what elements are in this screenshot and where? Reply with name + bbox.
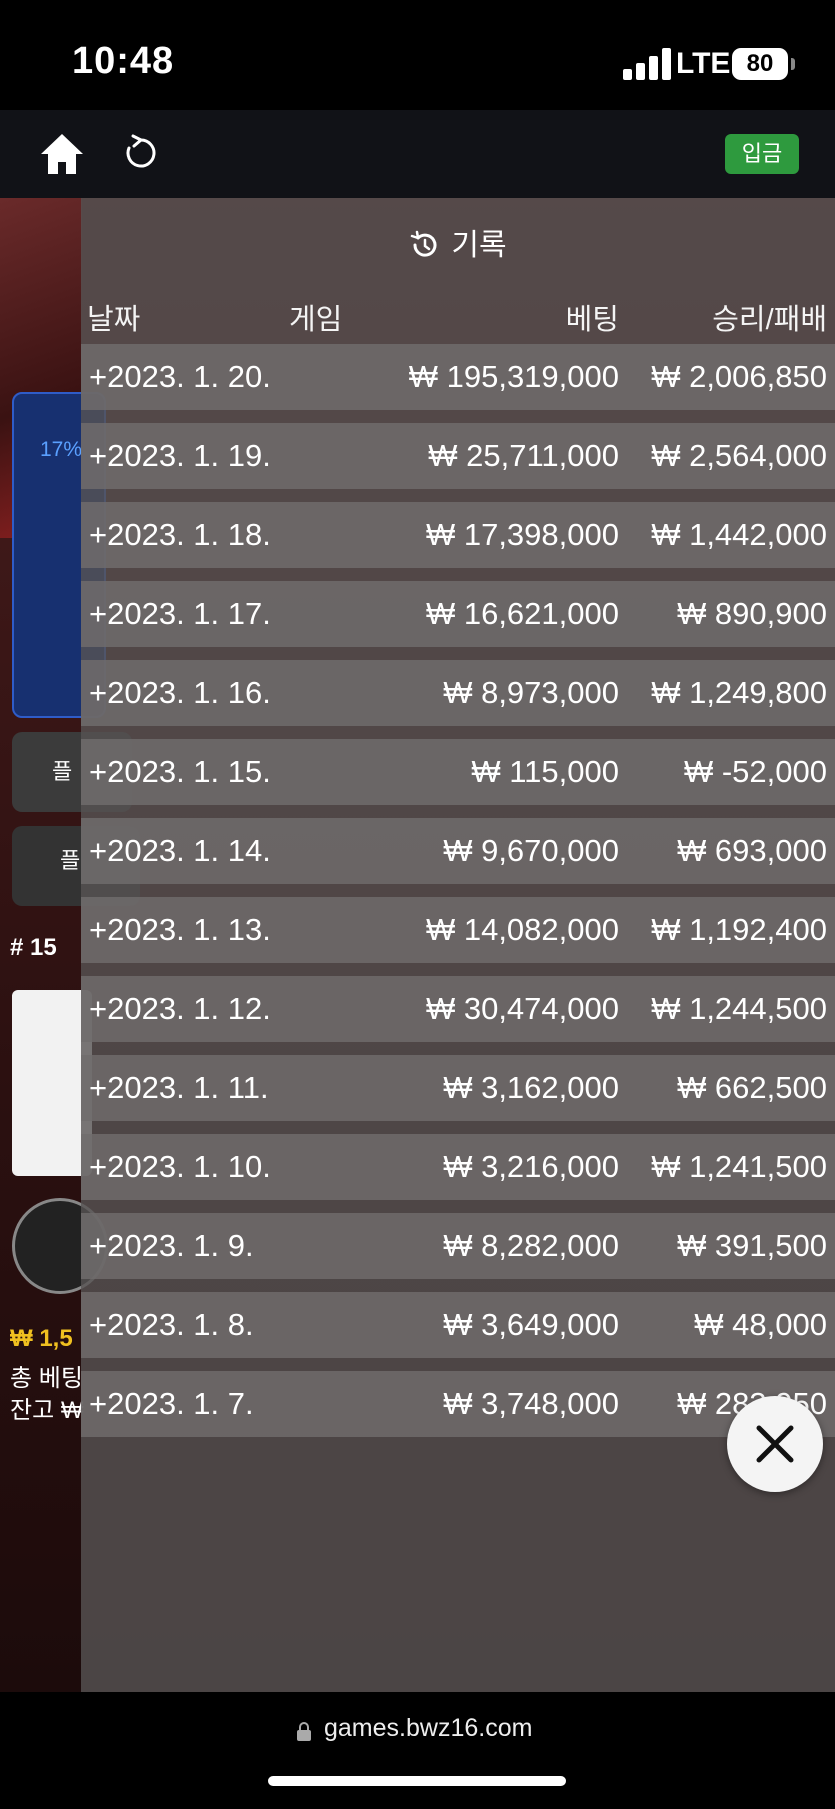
row-win-loss: ₩ 2,006,850 (651, 359, 827, 394)
balance: 잔고 ₩ (10, 1397, 84, 1424)
row-win-loss: ₩ 693,000 (677, 833, 827, 868)
row-bet: ₩ 3,216,000 (443, 1149, 619, 1184)
row-win-loss: ₩ 48,000 (694, 1307, 827, 1342)
top-bar: 입금 (0, 110, 835, 198)
row-bet: ₩ 8,973,000 (443, 675, 619, 710)
close-button[interactable] (727, 1396, 823, 1492)
row-bet: ₩ 16,621,000 (425, 596, 619, 631)
home-icon[interactable] (38, 130, 86, 178)
row-date: +2023. 1. 19. (89, 438, 271, 473)
row-date: +2023. 1. 8. (89, 1307, 254, 1342)
history-row[interactable]: +2023. 1. 19. ₩ 25,711,000 ₩ 2,564,000 (81, 423, 835, 489)
row-date: +2023. 1. 14. (89, 833, 271, 868)
col-winloss-header: 승리/패배 (712, 304, 827, 336)
history-panel: 기록 날짜 게임 베팅 승리/패배 +2023. 1. 20. ₩ 195,319… (81, 198, 835, 1692)
row-win-loss: ₩ 2,564,000 (651, 438, 827, 473)
bead-road (12, 990, 92, 1176)
round-progress-percent: 17% (40, 438, 83, 461)
row-bet: ₩ 25,711,000 (428, 438, 619, 473)
history-list: +2023. 1. 20. ₩ 195,319,000 ₩ 2,006,850 +2… (81, 344, 835, 1450)
home-indicator[interactable] (268, 1776, 566, 1786)
history-row[interactable]: +2023. 1. 10. ₩ 3,216,000 ₩ 1,241,500 (81, 1134, 835, 1200)
row-win-loss: ₩ 1,192,400 (651, 912, 827, 947)
row-bet: ₩ 195,319,000 (408, 359, 619, 394)
total-bet: 총 베팅 (10, 1365, 83, 1392)
row-win-loss: ₩ 1,442,000 (651, 517, 827, 552)
round-number: # 15 (10, 934, 57, 961)
row-bet: ₩ 9,670,000 (443, 833, 619, 868)
row-win-loss: ₩ 391,500 (677, 1228, 827, 1263)
status-bar: 10:48 LTE 80 (0, 0, 835, 110)
signal-icon (623, 48, 671, 80)
row-bet: ₩ 17,398,000 (425, 517, 619, 552)
col-date-header: 날짜 (87, 304, 141, 336)
deposit-button[interactable]: 입금 (725, 134, 799, 174)
col-bet-header: 베팅 (565, 304, 619, 336)
refresh-icon[interactable] (122, 134, 160, 172)
chip-balance: ₩ 1,5 (10, 1325, 73, 1352)
row-date: +2023. 1. 12. (89, 991, 271, 1026)
row-bet: ₩ 3,162,000 (443, 1070, 619, 1105)
close-icon (756, 1425, 794, 1463)
network-type: LTE (676, 47, 731, 80)
row-bet: ₩ 3,748,000 (443, 1386, 619, 1421)
history-row[interactable]: +2023. 1. 15. ₩ 115,000 ₩ -52,000 (81, 739, 835, 805)
row-bet: ₩ 30,474,000 (425, 991, 619, 1026)
row-date: +2023. 1. 13. (89, 912, 271, 947)
row-bet: ₩ 14,082,000 (425, 912, 619, 947)
history-row[interactable]: +2023. 1. 12. ₩ 30,474,000 ₩ 1,244,500 (81, 976, 835, 1042)
history-title: 기록 (81, 220, 835, 264)
row-win-loss: ₩ 890,900 (677, 596, 827, 631)
row-date: +2023. 1. 7. (89, 1386, 254, 1421)
row-bet: ₩ 8,282,000 (443, 1228, 619, 1263)
clock: 10:48 (72, 40, 175, 82)
battery-icon: 80 (732, 48, 795, 80)
row-date: +2023. 1. 20. (89, 359, 271, 394)
lock-icon (297, 1722, 311, 1741)
browser-url-bar: games.bwz16.com (0, 1692, 835, 1809)
history-row[interactable]: +2023. 1. 16. ₩ 8,973,000 ₩ 1,249,800 (81, 660, 835, 726)
history-row[interactable]: +2023. 1. 14. ₩ 9,670,000 ₩ 693,000 (81, 818, 835, 884)
row-bet: ₩ 3,649,000 (443, 1307, 619, 1342)
row-win-loss: ₩ 662,500 (677, 1070, 827, 1105)
history-row[interactable]: +2023. 1. 8. ₩ 3,649,000 ₩ 48,000 (81, 1292, 835, 1358)
history-row[interactable]: +2023. 1. 11. ₩ 3,162,000 ₩ 662,500 (81, 1055, 835, 1121)
history-row[interactable]: +2023. 1. 13. ₩ 14,082,000 ₩ 1,192,400 (81, 897, 835, 963)
history-row[interactable]: +2023. 1. 17. ₩ 16,621,000 ₩ 890,900 (81, 581, 835, 647)
row-win-loss: ₩ 1,249,800 (651, 675, 827, 710)
url-text[interactable]: games.bwz16.com (324, 1714, 532, 1743)
row-win-loss: ₩ 1,244,500 (651, 991, 827, 1026)
row-date: +2023. 1. 18. (89, 517, 271, 552)
col-game-header: 게임 (289, 304, 343, 336)
row-date: +2023. 1. 15. (89, 754, 271, 789)
row-date: +2023. 1. 9. (89, 1228, 254, 1263)
row-date: +2023. 1. 16. (89, 675, 271, 710)
history-row[interactable]: +2023. 1. 7.₩ 3,748,000₩ 283,950 (81, 1371, 835, 1437)
row-date: +2023. 1. 11. (89, 1070, 269, 1105)
row-date: +2023. 1. 17. (89, 596, 271, 631)
row-date: +2023. 1. 10. (89, 1149, 271, 1184)
history-row[interactable]: +2023. 1. 18. ₩ 17,398,000 ₩ 1,442,000 (81, 502, 835, 568)
row-win-loss: ₩ 1,241,500 (651, 1149, 827, 1184)
history-icon (411, 230, 437, 257)
history-title-text: 기록 (451, 229, 507, 262)
history-row[interactable]: +2023. 1. 9. ₩ 8,282,000 ₩ 391,500 (81, 1213, 835, 1279)
row-win-loss: ₩ -52,000 (683, 754, 827, 789)
row-bet: ₩ 115,000 (471, 754, 619, 789)
history-row[interactable]: +2023. 1. 20. ₩ 195,319,000 ₩ 2,006,850 (81, 344, 835, 410)
